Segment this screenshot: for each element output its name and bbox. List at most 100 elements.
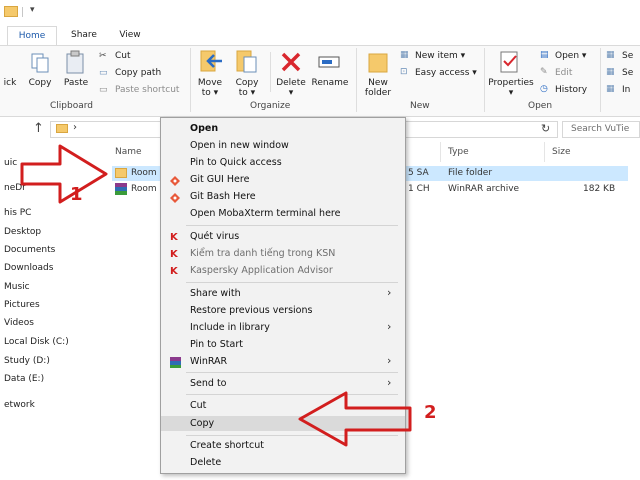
submenu-arrow-icon: › bbox=[387, 320, 392, 333]
select-none-button[interactable]: Se bbox=[622, 68, 633, 78]
nav-documents[interactable]: Documents bbox=[4, 245, 55, 255]
refresh-icon[interactable]: ↻ bbox=[541, 122, 550, 135]
submenu-arrow-icon: › bbox=[387, 376, 392, 389]
nav-downloads[interactable]: Downloads bbox=[4, 263, 53, 273]
menu-item-git-bash[interactable]: Git Bash Here bbox=[190, 191, 256, 202]
menu-item-restore-versions[interactable]: Restore previous versions bbox=[190, 305, 312, 316]
properties-button[interactable]: Properties ▾ bbox=[486, 78, 536, 98]
menu-item-delete[interactable]: Delete bbox=[190, 457, 221, 468]
move-to-button[interactable]: Move to ▾ bbox=[195, 78, 225, 98]
new-item-icon: ▦ bbox=[400, 50, 409, 60]
copy-path-button[interactable]: Copy path bbox=[115, 68, 161, 78]
move-to-label-line1: Move bbox=[197, 78, 223, 88]
nav-pictures[interactable]: Pictures bbox=[4, 300, 40, 310]
properties-dropdown-icon: ▾ bbox=[508, 88, 514, 98]
column-divider[interactable] bbox=[544, 142, 545, 162]
menu-item-copy[interactable]: Copy bbox=[190, 418, 214, 429]
quick-access-dropdown-icon[interactable]: ▾ bbox=[30, 5, 35, 15]
new-folder-button[interactable]: New folder bbox=[360, 78, 396, 98]
menu-separator bbox=[186, 225, 398, 226]
group-divider bbox=[600, 48, 601, 112]
ribbon-tabs: Home Share View bbox=[0, 26, 640, 47]
easy-access-icon: ⊡ bbox=[400, 67, 408, 77]
nav-music[interactable]: Music bbox=[4, 282, 30, 292]
nav-study-d[interactable]: Study (D:) bbox=[4, 356, 50, 366]
nav-network[interactable]: etwork bbox=[4, 400, 35, 410]
menu-item-send-to[interactable]: Send to bbox=[190, 378, 226, 389]
nav-desktop[interactable]: Desktop bbox=[4, 227, 41, 237]
menu-item-share-with[interactable]: Share with bbox=[190, 288, 241, 299]
menu-item-mobaxterm[interactable]: Open MobaXterm terminal here bbox=[190, 208, 340, 219]
file-type: WinRAR archive bbox=[448, 184, 520, 194]
new-folder-label-line2: folder bbox=[364, 88, 392, 98]
menu-item-winrar[interactable]: WinRAR bbox=[190, 356, 227, 367]
menu-item-scan-virus[interactable]: Quét virus bbox=[190, 231, 239, 242]
delete-dropdown-icon: ▾ bbox=[288, 88, 294, 98]
select-all-button[interactable]: Se bbox=[622, 51, 633, 61]
up-arrow-icon[interactable]: ↑ bbox=[33, 121, 44, 136]
nav-data-e[interactable]: Data (E:) bbox=[4, 374, 44, 384]
file-type: File folder bbox=[448, 168, 493, 178]
new-item-button[interactable]: New item ▾ bbox=[415, 51, 465, 61]
search-input[interactable]: Search VuTie bbox=[562, 121, 640, 138]
paste-shortcut-button[interactable]: Paste shortcut bbox=[115, 85, 179, 95]
menu-item-pin-start[interactable]: Pin to Start bbox=[190, 339, 243, 350]
group-divider bbox=[190, 48, 191, 112]
kaspersky-icon: K bbox=[170, 266, 178, 277]
git-icon bbox=[170, 193, 180, 203]
file-name[interactable]: Room bbox=[131, 184, 157, 194]
pin-button-partial[interactable]: ick bbox=[0, 78, 20, 88]
invert-selection-icon: ▦ bbox=[606, 84, 615, 94]
group-divider bbox=[356, 48, 357, 112]
menu-item-include-library[interactable]: Include in library bbox=[190, 322, 270, 333]
easy-access-button[interactable]: Easy access ▾ bbox=[415, 68, 477, 78]
nav-videos[interactable]: Videos bbox=[4, 318, 34, 328]
file-date: 1 CH bbox=[408, 184, 430, 194]
invert-selection-button[interactable]: In bbox=[622, 85, 630, 95]
winrar-icon bbox=[170, 357, 181, 368]
paste-shortcut-icon: ▭ bbox=[99, 85, 108, 95]
menu-item-cut[interactable]: Cut bbox=[190, 400, 206, 411]
annotation-arrow-2 bbox=[298, 391, 412, 447]
menu-item-kaspersky-advisor[interactable]: Kaspersky Application Advisor bbox=[190, 265, 333, 276]
copy-to-button[interactable]: Copy to ▾ bbox=[232, 78, 262, 98]
history-button[interactable]: History bbox=[555, 85, 587, 95]
new-folder-label-line1: New bbox=[368, 78, 388, 88]
git-icon bbox=[170, 176, 180, 186]
delete-label: Delete bbox=[276, 78, 306, 88]
annotation-number-2: 2 bbox=[424, 402, 437, 423]
edit-button[interactable]: Edit bbox=[555, 68, 572, 78]
group-divider bbox=[270, 52, 271, 92]
winrar-archive-icon bbox=[115, 183, 127, 195]
title-bar bbox=[0, 0, 640, 26]
breadcrumb-chevron[interactable]: › bbox=[73, 122, 77, 133]
folder-icon bbox=[56, 124, 68, 133]
copy-to-label-line1: Copy bbox=[235, 78, 259, 88]
column-divider[interactable] bbox=[440, 142, 441, 162]
menu-item-open[interactable]: Open bbox=[190, 123, 218, 134]
cut-button[interactable]: Cut bbox=[115, 51, 131, 61]
copy-to-icon bbox=[236, 50, 257, 73]
paste-button[interactable]: Paste bbox=[62, 78, 90, 88]
menu-item-create-shortcut[interactable]: Create shortcut bbox=[190, 440, 264, 451]
delete-button[interactable]: Delete ▾ bbox=[275, 78, 307, 98]
file-name[interactable]: Room bbox=[131, 168, 157, 178]
open-icon: ▤ bbox=[540, 50, 549, 60]
title-divider bbox=[22, 7, 23, 17]
column-header-name[interactable]: Name bbox=[115, 147, 142, 157]
annotation-arrow-1 bbox=[20, 144, 108, 204]
tab-share[interactable]: Share bbox=[64, 26, 104, 46]
column-header-size[interactable]: Size bbox=[552, 147, 570, 157]
nav-local-disk-c[interactable]: Local Disk (C:) bbox=[4, 337, 69, 347]
copy-button[interactable]: Copy bbox=[26, 78, 54, 88]
tab-home[interactable]: Home bbox=[7, 26, 57, 47]
menu-item-ksn-reputation[interactable]: Kiểm tra danh tiếng trong KSN bbox=[190, 248, 335, 259]
open-button[interactable]: Open ▾ bbox=[555, 51, 586, 61]
new-group-label: New bbox=[410, 101, 430, 111]
menu-item-open-new-window[interactable]: Open in new window bbox=[190, 140, 289, 151]
tab-view[interactable]: View bbox=[112, 26, 148, 46]
rename-button[interactable]: Rename bbox=[310, 78, 350, 88]
menu-item-pin-quick-access[interactable]: Pin to Quick access bbox=[190, 157, 282, 168]
column-header-type[interactable]: Type bbox=[448, 147, 469, 157]
menu-item-git-gui[interactable]: Git GUI Here bbox=[190, 174, 249, 185]
